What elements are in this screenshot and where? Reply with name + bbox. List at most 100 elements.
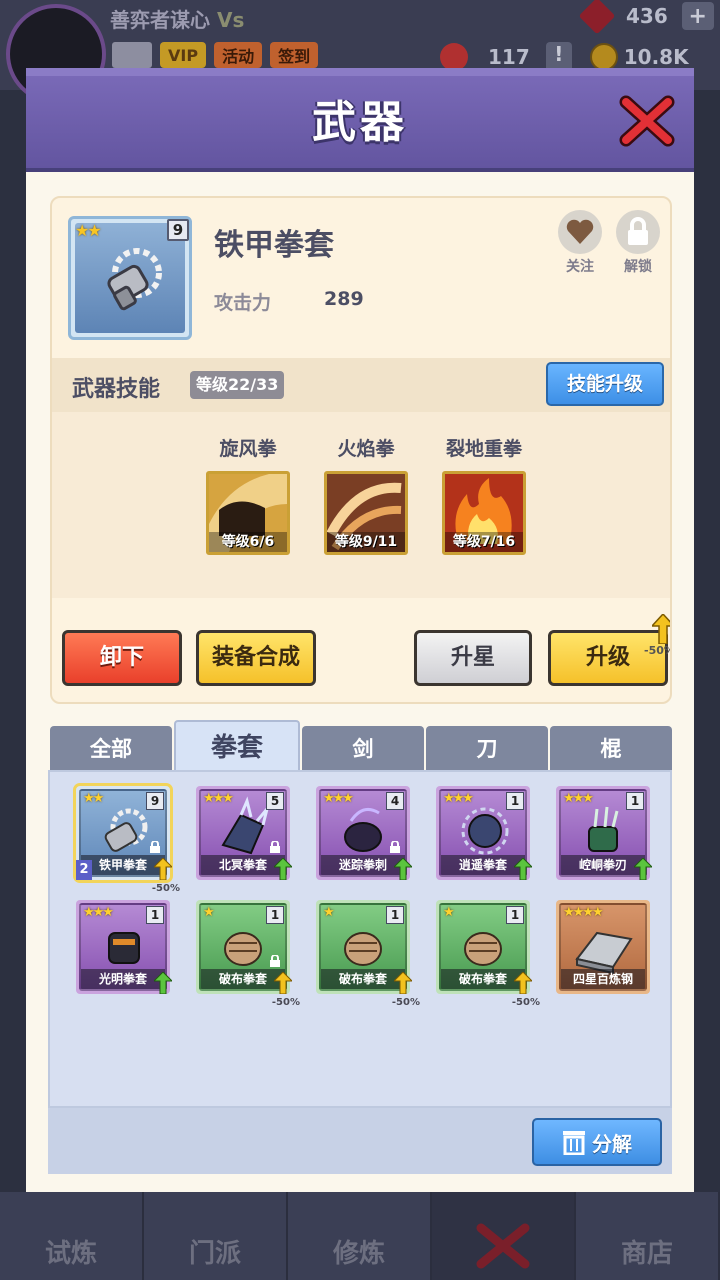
item-count: 1: [386, 906, 404, 924]
inventory-footer: 分解: [48, 1108, 672, 1174]
upgrade-arrow-icon: [274, 858, 292, 880]
skill-upgrade-button[interactable]: 技能升级: [546, 362, 664, 406]
trash-icon: [563, 1131, 585, 1155]
modal-header: 武器: [26, 68, 694, 172]
skill-name: 旋风拳: [219, 438, 277, 460]
player-name: 善弈者谋心 Vs: [110, 8, 245, 32]
skill-title: 武器技能: [72, 377, 161, 402]
nav-trial[interactable]: 试炼: [0, 1192, 144, 1280]
nav-shop[interactable]: 商店: [576, 1192, 720, 1280]
weapon-type-tabs: 全部 拳套 剑 刀 棍: [50, 720, 672, 772]
inventory-item[interactable]: ★★★ 5 北冥拳套: [196, 786, 292, 880]
add-gems-button[interactable]: +: [681, 2, 714, 30]
decompose-label: 分解: [592, 1131, 632, 1156]
item-count: 9: [146, 792, 164, 810]
synthesize-button[interactable]: 装备合成: [196, 630, 316, 686]
level-up-button[interactable]: 升级: [548, 630, 668, 686]
tab-all[interactable]: 全部: [50, 726, 172, 772]
inventory-item[interactable]: ★★★★ 四星百炼钢: [556, 900, 650, 994]
bottom-nav: 试炼 门派 修炼 商店: [0, 1192, 720, 1280]
equipped-badge: 2: [76, 860, 92, 880]
item-count: 4: [386, 792, 404, 810]
nav-sect[interactable]: 门派: [144, 1192, 288, 1280]
upgrade-arrow-icon: [394, 972, 412, 994]
upgrade-arrow-icon: [634, 858, 652, 880]
coin-icon: [589, 43, 618, 71]
heart-icon: [566, 219, 594, 244]
lock-icon: [270, 841, 280, 853]
item-count: 1: [506, 906, 524, 924]
crossed-weapons-icon: [476, 1223, 530, 1269]
item-count: 1: [506, 792, 524, 810]
close-button[interactable]: [618, 92, 676, 150]
unequip-button[interactable]: 卸下: [62, 630, 182, 686]
attack-value: 289: [324, 288, 364, 310]
follow-button[interactable]: 关注: [552, 210, 608, 276]
inventory-item[interactable]: ★★★ 1 崆峒拳刃: [556, 786, 652, 880]
weapon-icon-frame: ★★ 9: [68, 216, 192, 340]
item-name: 逍遥拳套: [441, 855, 525, 875]
upgrade-arrow-icon: [154, 972, 172, 994]
skill-name: 裂地重拳: [445, 438, 522, 460]
item-count: 1: [626, 792, 644, 810]
weapon-inventory: ★★ 9 铁甲拳套 2 -50% ★★★ 5 北冥拳套 ★★★ 4 迷踪拳刺 ★…: [48, 770, 672, 1108]
level-up-discount: -50%: [644, 644, 672, 657]
tab-blade[interactable]: 刀: [426, 726, 548, 772]
flame-fist-icon: 等级9/11: [324, 471, 408, 555]
vip-button[interactable]: VIP: [160, 42, 207, 68]
skill-header: 武器技能 等级22/33 技能升级: [52, 358, 670, 412]
skill-flame[interactable]: 火焰拳 等级9/11: [324, 434, 408, 555]
decompose-button[interactable]: 分解: [532, 1118, 662, 1166]
skill-whirlwind[interactable]: 旋风拳 等级6/6: [206, 434, 290, 555]
unlock-button[interactable]: 解锁: [610, 210, 666, 276]
lock-icon: [390, 841, 400, 853]
item-discount: -50%: [151, 883, 180, 894]
close-icon: [619, 95, 675, 147]
attack-label: 攻击力: [214, 292, 272, 314]
inventory-item[interactable]: ★★★ 1 逍遥拳套: [436, 786, 532, 880]
item-stars: ★: [203, 905, 215, 920]
item-stars: ★★: [83, 791, 104, 806]
item-name: 四星百炼钢: [561, 969, 645, 989]
earth-smash-icon: 等级7/16: [442, 471, 526, 555]
item-name: 破布拳套: [321, 969, 405, 989]
skill-level: 等级9/11: [327, 532, 405, 552]
inventory-item[interactable]: ★★ 9 铁甲拳套 2 -50%: [73, 783, 180, 894]
lock-icon: [150, 841, 160, 853]
nav-cultivate[interactable]: 修炼: [288, 1192, 432, 1280]
tab-sword[interactable]: 剑: [302, 726, 424, 772]
nav-weapon[interactable]: [432, 1192, 576, 1280]
item-stars: ★: [323, 905, 335, 920]
star-up-button[interactable]: 升星: [414, 630, 532, 686]
item-stars: ★★★: [203, 791, 234, 806]
item-count: 1: [146, 906, 164, 924]
tab-gauntlet[interactable]: 拳套: [174, 720, 300, 772]
inventory-item[interactable]: ★ 1 破布拳套 -50%: [196, 900, 300, 1008]
signin-button[interactable]: 签到: [270, 42, 319, 68]
item-discount: -50%: [391, 997, 420, 1008]
inventory-item[interactable]: ★ 1 破布拳套 -50%: [436, 900, 540, 1008]
level-up-arrow-icon: [652, 614, 670, 644]
upgrade-arrow-icon: [274, 972, 292, 994]
lock-icon: [628, 217, 648, 245]
whirlwind-fist-icon: 等级6/6: [206, 471, 290, 555]
item-discount: -50%: [511, 997, 540, 1008]
item-stars: ★★★: [563, 791, 594, 806]
mail-icon[interactable]: [112, 42, 152, 68]
activity-button[interactable]: 活动: [214, 42, 263, 68]
follow-label: 关注: [566, 259, 594, 275]
gem-count: 436: [626, 4, 668, 28]
token-icon: [440, 43, 468, 71]
item-stars: ★★★: [83, 905, 114, 920]
weapon-stars: ★★: [75, 221, 102, 240]
inventory-item[interactable]: ★★★ 1 光明拳套: [76, 900, 172, 994]
item-stars: ★★★: [323, 791, 354, 806]
item-count: 5: [266, 792, 284, 810]
upgrade-arrow-icon: [514, 972, 532, 994]
item-stars: ★: [443, 905, 455, 920]
skill-level: 等级7/16: [445, 532, 523, 552]
skill-earth-smash[interactable]: 裂地重拳 等级7/16: [442, 434, 526, 555]
inventory-item[interactable]: ★★★ 4 迷踪拳刺: [316, 786, 412, 880]
tab-staff[interactable]: 棍: [550, 726, 672, 772]
inventory-item[interactable]: ★ 1 破布拳套 -50%: [316, 900, 420, 1008]
